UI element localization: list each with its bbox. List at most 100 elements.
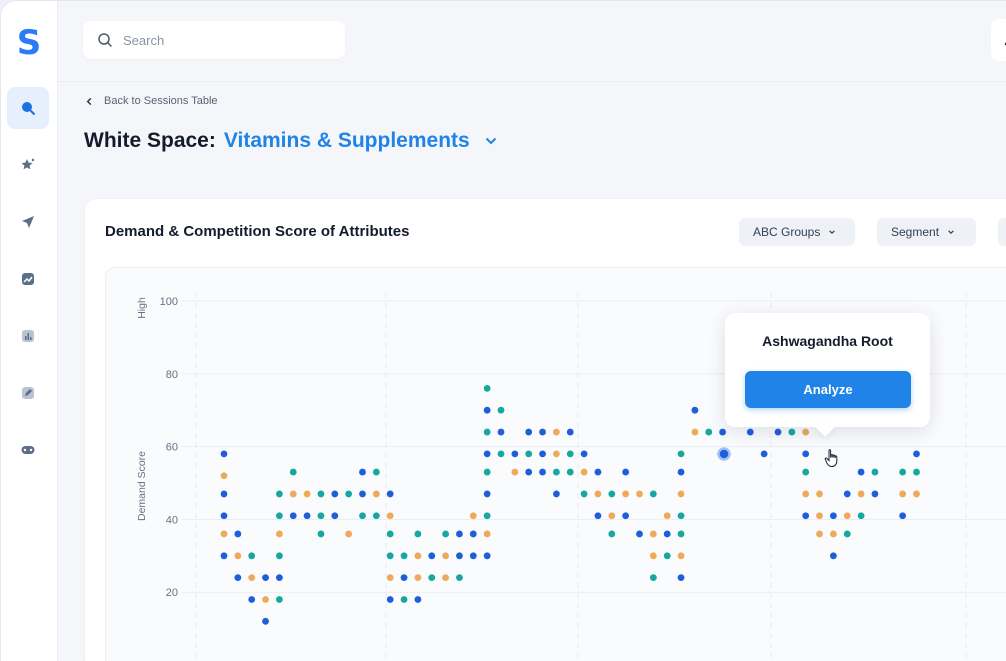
data-point[interactable] [871,490,879,498]
data-point[interactable] [386,574,394,582]
data-point[interactable] [262,574,269,582]
data-point[interactable] [774,428,782,436]
data-point[interactable] [913,468,920,476]
data-point[interactable] [497,428,505,436]
data-point[interactable] [276,574,283,582]
data-point[interactable] [649,490,657,498]
data-point[interactable] [843,512,851,520]
data-point[interactable] [372,490,380,498]
data-point[interactable] [830,552,837,560]
data-point[interactable] [483,468,491,476]
data-point[interactable] [386,552,394,560]
data-point[interactable] [469,552,477,560]
data-point[interactable] [677,574,685,582]
data-point[interactable] [386,530,394,538]
segment-dropdown[interactable]: Segment [877,218,976,246]
data-point[interactable] [677,490,685,498]
data-point[interactable] [566,450,574,458]
data-point[interactable] [580,450,588,458]
data-point[interactable] [400,596,408,603]
data-point[interactable] [608,530,616,538]
data-point[interactable] [248,574,256,582]
sidebar-item-edit[interactable] [7,372,49,414]
data-point[interactable] [580,468,588,476]
data-point[interactable] [608,512,616,520]
data-point[interactable] [913,490,920,498]
data-point[interactable] [220,530,228,538]
data-point[interactable] [317,530,325,538]
data-point[interactable] [622,490,630,498]
data-point[interactable] [483,530,491,538]
sidebar-item-send[interactable] [7,201,49,243]
data-point[interactable] [677,512,685,520]
data-point[interactable] [580,490,588,498]
data-point[interactable] [386,512,394,520]
data-point[interactable] [816,512,823,520]
data-point[interactable] [719,428,726,436]
data-point[interactable] [816,490,823,498]
data-point[interactable] [525,428,533,436]
data-point[interactable] [663,512,671,520]
data-point[interactable] [303,512,311,520]
data-point[interactable] [276,552,283,560]
data-point[interactable] [428,574,436,582]
data-point[interactable] [456,552,463,560]
data-point[interactable] [386,490,394,498]
app-logo[interactable]: S [13,23,45,63]
data-point[interactable] [414,552,422,560]
data-point[interactable] [220,552,228,560]
data-point[interactable] [691,406,699,414]
data-point[interactable] [276,596,283,603]
data-point[interactable] [372,468,380,476]
data-point[interactable] [525,450,533,458]
data-point[interactable] [705,428,713,436]
data-point[interactable] [760,450,768,458]
data-point[interactable] [317,490,325,498]
data-point[interactable] [539,450,546,458]
data-point[interactable] [691,428,699,436]
chevron-down-icon[interactable] [484,134,498,148]
data-point[interactable] [331,490,339,498]
data-point[interactable] [663,552,671,560]
data-point[interactable] [746,428,754,436]
data-point[interactable] [899,490,907,498]
data-point[interactable] [830,530,837,538]
search-box[interactable] [83,21,345,59]
data-point[interactable] [677,450,685,458]
category-selector[interactable]: Vitamins & Supplements [224,129,470,153]
data-point[interactable] [469,512,477,520]
data-point[interactable] [594,490,602,498]
data-point[interactable] [483,384,491,392]
data-point[interactable] [331,512,339,520]
data-point[interactable] [220,472,228,480]
data-point[interactable] [566,428,574,436]
data-point[interactable] [843,490,851,498]
data-point[interactable] [511,450,519,458]
data-point[interactable] [857,490,865,498]
data-point[interactable] [802,450,810,458]
data-point[interactable] [663,530,671,538]
selected-data-point[interactable] [717,447,731,461]
data-point[interactable] [843,530,851,538]
data-point[interactable] [234,574,242,582]
data-point[interactable] [442,574,449,582]
data-point[interactable] [372,512,380,520]
data-point[interactable] [871,468,879,476]
data-point[interactable] [802,512,810,520]
data-point[interactable] [649,552,657,560]
analyze-button[interactable]: Analyze [745,371,911,408]
data-point[interactable] [428,552,436,560]
data-point[interactable] [830,512,837,520]
data-point[interactable] [539,428,546,436]
data-point[interactable] [802,428,810,436]
data-point[interactable] [802,490,810,498]
data-point[interactable] [636,490,643,498]
data-point[interactable] [497,450,505,458]
data-point[interactable] [414,574,422,582]
data-point[interactable] [456,574,463,582]
data-point[interactable] [289,468,297,476]
data-point[interactable] [220,450,228,458]
data-point[interactable] [649,574,657,582]
data-point[interactable] [220,512,228,520]
more-filters-button[interactable] [998,218,1006,246]
